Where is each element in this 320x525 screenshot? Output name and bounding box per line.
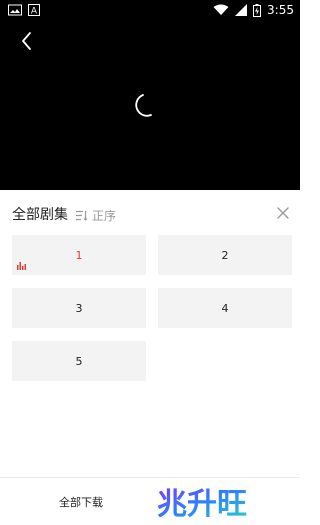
episode-label: 1: [75, 248, 83, 262]
close-icon[interactable]: [274, 204, 292, 222]
wifi-icon: [213, 4, 229, 15]
sort-toggle[interactable]: 正序: [76, 207, 116, 224]
episode-tile-2[interactable]: 2: [158, 235, 292, 275]
app-a-icon: A: [28, 4, 40, 16]
episode-tile-5[interactable]: 5: [12, 341, 146, 381]
episode-label: 3: [75, 301, 83, 315]
episode-label: 2: [221, 248, 229, 262]
sort-icon: [76, 210, 88, 221]
signal-icon: [235, 4, 248, 16]
panel-title: 全部剧集: [12, 207, 68, 223]
episode-panel: 全部剧集 正序 1 2 3 4 5: [0, 190, 300, 524]
status-left-icons: A: [8, 4, 40, 16]
loading-spinner-icon: [135, 94, 152, 117]
gallery-icon: [8, 4, 22, 16]
episode-tile-1[interactable]: 1: [12, 235, 146, 275]
video-player[interactable]: [0, 20, 300, 190]
status-right-icons: 3:55: [213, 3, 294, 17]
watermark-logo: 兆升旺: [157, 487, 247, 522]
sort-label: 正序: [92, 209, 117, 223]
playing-indicator-icon: [17, 262, 26, 270]
download-all-button[interactable]: 全部下载: [59, 494, 103, 510]
status-time: 3:55: [267, 3, 294, 17]
episode-tile-4[interactable]: 4: [158, 288, 292, 328]
status-bar: A 3:55: [0, 0, 300, 20]
back-arrow-icon[interactable]: [14, 28, 40, 54]
episode-label: 4: [221, 301, 229, 315]
battery-charging-icon: [253, 3, 262, 17]
episode-label: 5: [75, 354, 83, 368]
watermark-text: 兆升旺: [157, 487, 247, 522]
episode-tile-3[interactable]: 3: [12, 288, 146, 328]
svg-text:A: A: [31, 7, 38, 17]
bottom-bar: 全部下载 兆升旺: [0, 477, 300, 525]
